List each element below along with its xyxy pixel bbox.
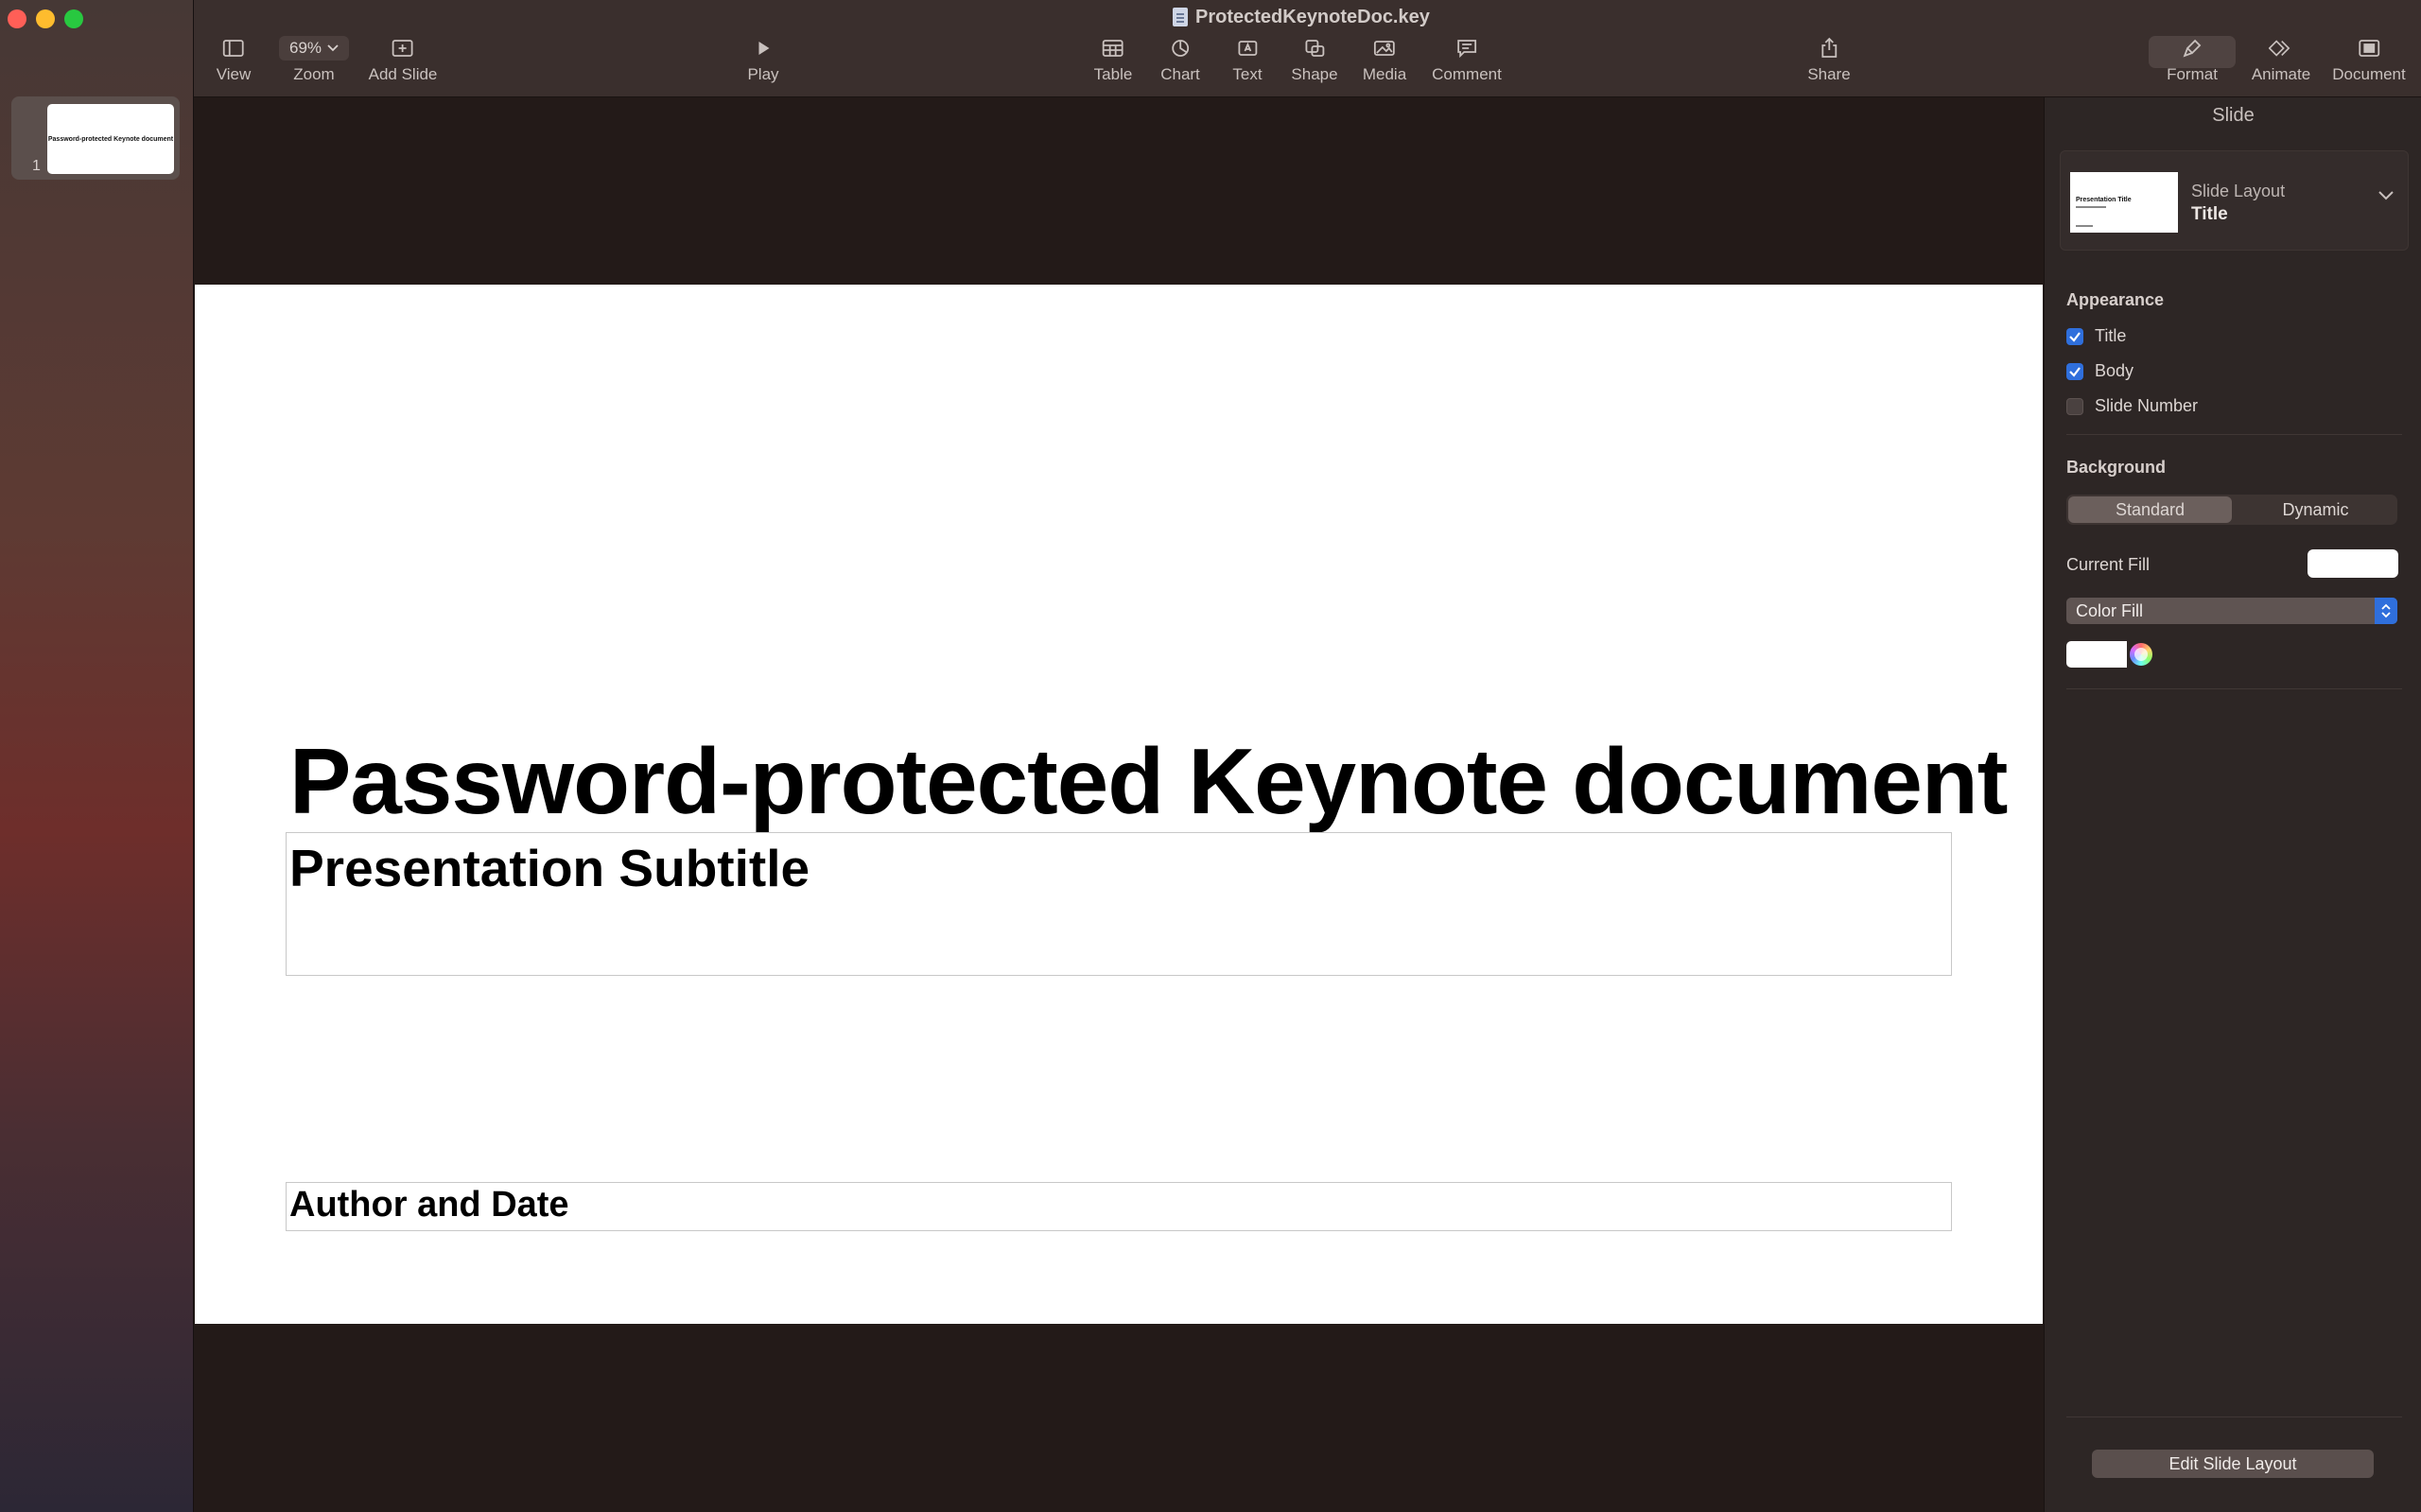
title-checkbox[interactable] [2066, 327, 2083, 345]
play-button[interactable]: Play [747, 36, 779, 84]
minimize-window-button[interactable] [36, 9, 55, 28]
zoom-value: 69% [288, 39, 322, 57]
paintbrush-icon [2180, 36, 2204, 61]
inspector-header: Slide [2212, 105, 2255, 126]
chart-button[interactable]: Chart [1160, 36, 1200, 84]
chart-label: Chart [1160, 65, 1200, 83]
slide-navigator: Password-protected Keynote document 1 [0, 0, 194, 1512]
animate-label: Animate [2251, 65, 2311, 83]
comment-icon [1454, 36, 1479, 61]
text-box-icon [1235, 36, 1260, 61]
standard-mode-button[interactable]: Standard [2068, 496, 2232, 523]
close-window-button[interactable] [8, 9, 26, 28]
fill-type-select[interactable]: Color Fill [2066, 598, 2397, 624]
chart-icon [1168, 36, 1193, 61]
background-mode-control[interactable]: Standard Dynamic [2066, 495, 2397, 525]
window-title-text: ProtectedKeynoteDoc.key [1195, 6, 1430, 27]
slide-subtitle[interactable]: Presentation Subtitle [289, 838, 810, 898]
zoom-label: Zoom [293, 65, 335, 83]
body-checkbox[interactable] [2066, 362, 2083, 380]
slide-layout-value: Title [2191, 204, 2228, 224]
media-button[interactable]: Media [1363, 36, 1406, 84]
document-button[interactable]: Document [2332, 36, 2406, 84]
add-slide-button[interactable]: Add Slide [368, 36, 438, 84]
title-checkbox-row[interactable]: Title [2066, 326, 2126, 346]
layout-thumbnail: Presentation Title [2070, 172, 2178, 233]
share-icon [1817, 36, 1841, 61]
slide-title[interactable]: Password-protected Keynote document [289, 728, 2008, 835]
play-icon [751, 36, 775, 61]
view-label: View [216, 65, 252, 83]
chevron-down-icon[interactable] [2377, 189, 2395, 202]
section-divider [2066, 434, 2402, 435]
format-inspector: Slide Presentation Title Slide Layout Ti… [2044, 97, 2421, 1512]
fill-color-well[interactable] [2066, 641, 2127, 668]
comment-label: Comment [1432, 65, 1502, 83]
table-label: Table [1093, 65, 1133, 83]
current-fill-swatch[interactable] [2308, 549, 2398, 578]
zoom-window-button[interactable] [64, 9, 83, 28]
color-wheel-icon[interactable] [2130, 643, 2152, 666]
chevron-down-icon [327, 44, 339, 52]
window-title: ProtectedKeynoteDoc.key [1173, 6, 1430, 28]
layout-thumbnail-subtitle-line [2076, 206, 2106, 208]
slide-number-checkbox-row[interactable]: Slide Number [2066, 396, 2198, 416]
slide-number-checkbox[interactable] [2066, 397, 2083, 415]
share-label: Share [1807, 65, 1851, 83]
text-button[interactable]: Text [1232, 36, 1263, 84]
text-label: Text [1232, 65, 1263, 83]
table-icon [1101, 36, 1125, 61]
title-checkbox-label: Title [2095, 326, 2127, 345]
animate-diamond-icon [2269, 36, 2293, 61]
animate-button[interactable]: Animate [2252, 36, 2310, 84]
play-label: Play [747, 65, 779, 83]
document-label: Document [2332, 65, 2406, 83]
table-button[interactable]: Table [1093, 36, 1133, 84]
slide-layout-label: Slide Layout [2191, 182, 2286, 200]
section-divider [2066, 688, 2402, 689]
slide-thumbnail-1[interactable]: Password-protected Keynote document [47, 104, 174, 174]
layout-thumbnail-title: Presentation Title [2076, 197, 2132, 203]
media-label: Media [1362, 65, 1407, 83]
add-slide-icon [391, 36, 415, 61]
view-button[interactable]: View [216, 36, 252, 84]
fill-type-value: Color Fill [2076, 600, 2144, 620]
slide-number-label: 1 [32, 158, 41, 174]
current-fill-label: Current Fill [2066, 555, 2151, 574]
dynamic-mode-button[interactable]: Dynamic [2234, 495, 2397, 525]
photo-icon [1372, 36, 1397, 61]
body-checkbox-label: Body [2095, 361, 2134, 380]
shape-button[interactable]: Shape [1291, 36, 1338, 84]
zoom-control[interactable]: 69% Zoom [279, 36, 349, 84]
background-heading: Background [2066, 458, 2167, 477]
comment-button[interactable]: Comment [1432, 36, 1502, 84]
layout-thumbnail-author-line [2076, 225, 2093, 227]
format-button[interactable]: Format [2167, 36, 2218, 84]
shape-label: Shape [1291, 65, 1338, 83]
slide-thumbnail-title: Password-protected Keynote document [47, 135, 174, 143]
slide-number-checkbox-label: Slide Number [2095, 396, 2199, 415]
slide-author-date[interactable]: Author and Date [289, 1185, 569, 1225]
add-slide-label: Add Slide [368, 65, 438, 83]
section-divider [2066, 1416, 2402, 1417]
shape-icon [1302, 36, 1327, 61]
sidebar-icon [221, 36, 246, 61]
body-checkbox-row[interactable]: Body [2066, 361, 2134, 381]
edit-slide-layout-button[interactable]: Edit Slide Layout [2092, 1450, 2374, 1478]
slide-layout-picker[interactable]: Presentation Title Slide Layout Title [2060, 150, 2409, 251]
share-button[interactable]: Share [1807, 36, 1851, 84]
format-label: Format [2167, 65, 2218, 83]
appearance-heading: Appearance [2066, 290, 2165, 309]
select-arrows-icon [2375, 598, 2397, 624]
document-icon [2357, 36, 2381, 61]
document-file-icon [1173, 8, 1188, 26]
zoom-select[interactable]: 69% [279, 36, 349, 61]
